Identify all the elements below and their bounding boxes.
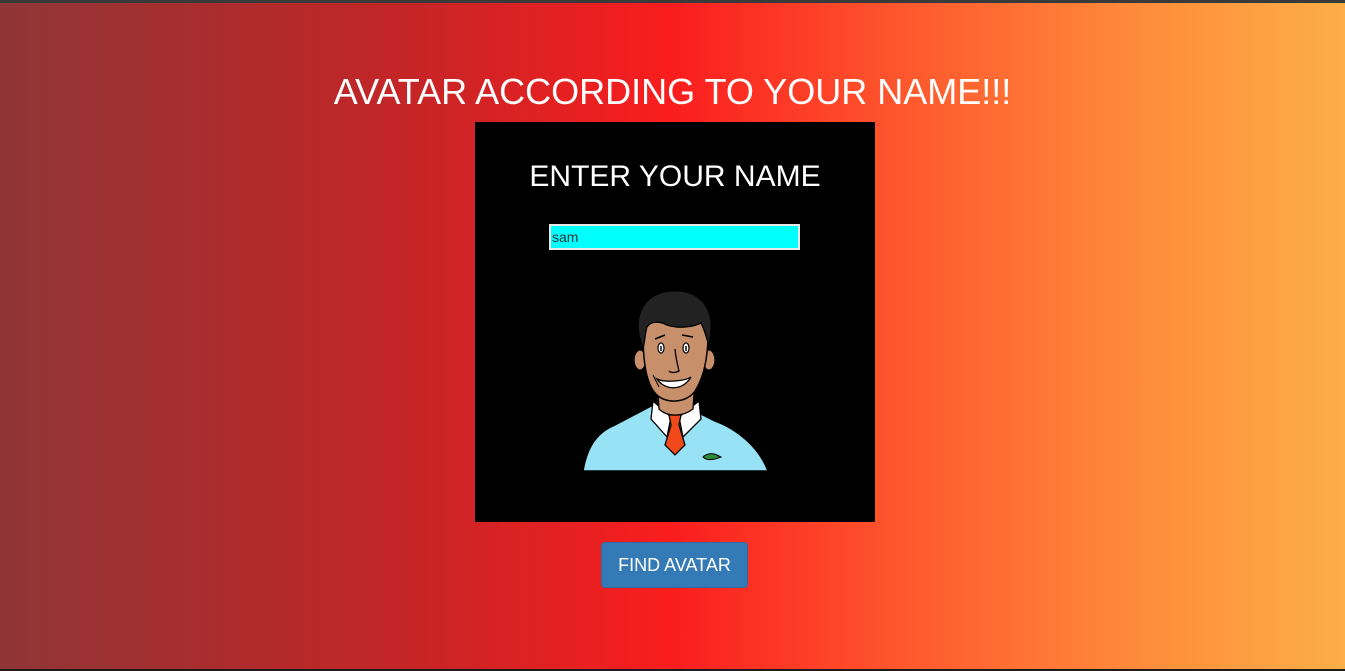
avatar-image <box>582 290 770 472</box>
name-input[interactable] <box>549 224 800 250</box>
avatar-card: ENTER YOUR NAME <box>475 122 875 522</box>
page-title: AVATAR ACCORDING TO YOUR NAME!!! <box>333 71 1012 112</box>
card-heading: ENTER YOUR NAME <box>529 160 821 193</box>
top-edge-strip <box>0 0 1345 3</box>
find-avatar-button[interactable]: FIND AVATAR <box>601 542 748 588</box>
